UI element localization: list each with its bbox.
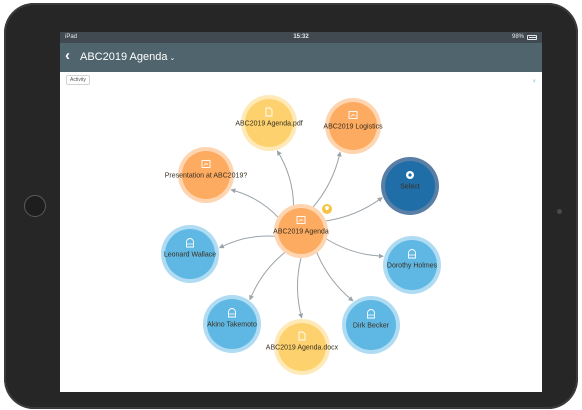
battery-level (529, 37, 536, 38)
title-dropdown[interactable]: ABC2019 Agenda ⌄ (80, 51, 175, 63)
camera-dot (557, 209, 562, 214)
node-label: ABC2019 Agenda.pdf (235, 121, 302, 128)
node-label: Presentation at ABC2019? (165, 173, 248, 180)
graph-edge (276, 150, 295, 207)
graph-node-document[interactable]: ABC2019 Agenda.pdf (235, 95, 303, 151)
graph-edge (312, 151, 342, 209)
node-label: Dirk Becker (353, 323, 390, 330)
graph-edge (249, 251, 286, 301)
battery-icon (527, 35, 537, 40)
graph-node-select[interactable]: Select (381, 157, 439, 215)
graph-node-person[interactable]: Akino Takemoto (203, 295, 261, 353)
graph-node-person[interactable]: Dorothy Holmes (383, 236, 441, 294)
graph-edge (218, 235, 276, 249)
node-label: Akino Takemoto (207, 322, 257, 329)
graph-edge (230, 188, 279, 219)
ipad-frame: iPad 15:32 98% ‹ ABC2019 Agenda ⌄ Activit… (4, 3, 578, 409)
node-label: ABC2019 Logistics (323, 124, 383, 131)
page-title: ABC2019 Agenda (80, 51, 168, 63)
battery-percent: 98% (511, 34, 524, 40)
node-label: Select (400, 184, 420, 191)
node-label: ABC2019 Agenda.docx (266, 345, 339, 352)
navigation-bar: ‹ ABC2019 Agenda ⌄ (60, 43, 542, 72)
home-button[interactable] (24, 195, 46, 217)
node-label: Leonard Wallace (164, 252, 216, 259)
relationship-graph: ABC2019 Agenda.pdf ABC2019 Logistics Prese… (161, 95, 441, 375)
status-bar: iPad 15:32 98% (60, 32, 542, 43)
graph-edge (316, 251, 354, 302)
center-node[interactable]: ABC2019 Agenda (273, 204, 329, 258)
graph-node-person[interactable]: Leonard Wallace (161, 225, 219, 283)
graph-edge (325, 238, 384, 259)
graph-canvas[interactable]: Activity × ABC2019 Agenda.pdf ABC2019 Log… (60, 72, 542, 392)
graph-node-presentation[interactable]: ABC2019 Logistics (323, 98, 383, 154)
graph-node-person[interactable]: Dirk Becker (342, 296, 400, 354)
chevron-left-icon[interactable]: ‹ (65, 47, 70, 64)
screen: iPad 15:32 98% ‹ ABC2019 Agenda ⌄ Activit… (60, 32, 542, 392)
graph-edge (296, 256, 303, 319)
node-label: ABC2019 Agenda (273, 229, 329, 236)
clock: 15:32 (293, 34, 309, 40)
bulb-icon[interactable] (322, 204, 332, 214)
chevron-down-icon: ⌄ (169, 55, 176, 62)
node-label: Dorothy Holmes (387, 263, 438, 270)
graph-node-presentation[interactable]: Presentation at ABC2019? (165, 147, 248, 203)
graph-edge (324, 197, 383, 222)
graph-node-document[interactable]: ABC2019 Agenda.docx (266, 319, 339, 375)
